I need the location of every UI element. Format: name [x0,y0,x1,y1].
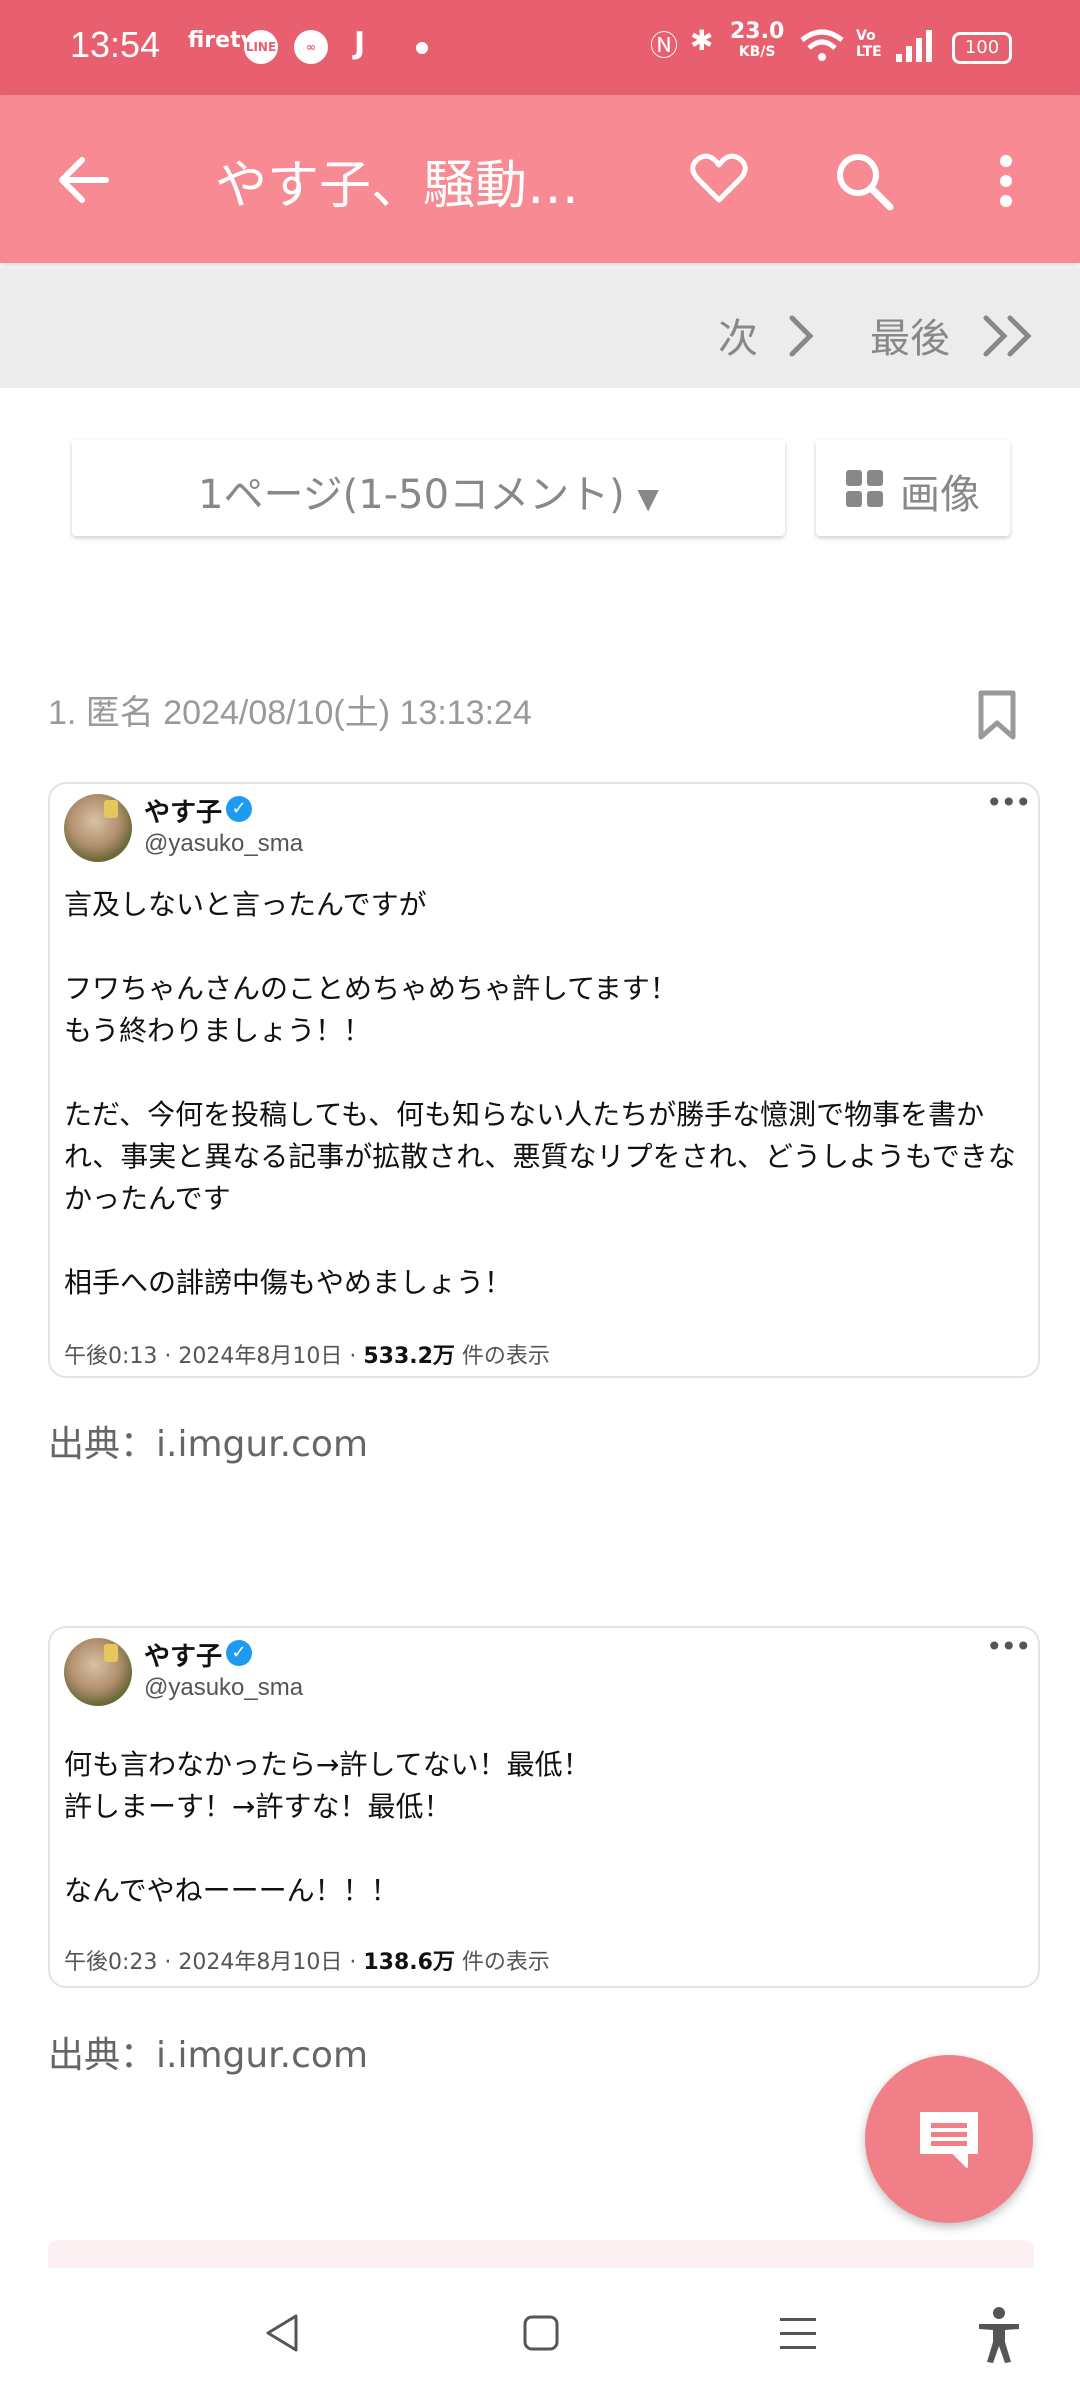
avatar [64,1638,132,1706]
tweet-author-name: やす子 [144,798,223,828]
tweet-timestamp: 午後0:13 · 2024年8月10日 · [64,1344,364,1369]
heart-icon[interactable] [690,153,748,205]
system-nav-bar [0,2268,1080,2400]
page-title: やす子、騒動… [215,156,580,216]
images-button-label: 画像 [900,472,980,518]
images-button[interactable]: 画像 [816,440,1010,536]
wifi-icon [800,29,844,61]
tweet-view-label: 件の表示 [454,1950,550,1975]
tweet-view-label: 件の表示 [454,1344,550,1369]
source-link[interactable]: 出典：i.imgur.com [48,2026,368,2078]
next-comment-card [48,2240,1034,2270]
verified-badge-icon: ✓ [226,796,252,822]
volte-icon: Vo LTE [856,28,882,60]
search-icon[interactable] [834,151,894,211]
comment-icon [920,2112,978,2168]
embedded-tweet[interactable]: やす子 ✓ @yasuko_sma ••• 何も言わなかったら→許してない！最低… [48,1626,1040,1988]
status-bar: 13:54 firetv LINE ∞ J Ⓝ ✱ 23.0 KB/S Vo LT… [0,0,1080,95]
last-page-label[interactable]: 最後 [870,306,950,364]
nav-recents-icon[interactable] [778,2316,818,2352]
back-arrow-icon[interactable] [56,155,110,205]
embedded-tweet[interactable]: やす子 ✓ @yasuko_sma ••• 言及しないと言ったんですが フワちゃ… [48,782,1040,1378]
chevron-right-icon[interactable] [786,314,816,358]
network-speed: 23.0 KB/S [730,19,785,62]
next-page-label[interactable]: 次 [718,306,758,364]
tweet-view-count: 138.6万 [363,1950,455,1975]
status-time: 13:54 [70,24,161,65]
tweet-timestamp: 午後0:23 · 2024年8月10日 · [64,1950,364,1975]
app-icon: ∞ [294,30,328,64]
tweet-meta: 午後0:13 · 2024年8月10日 · 533.2万 件の表示 [64,1338,550,1370]
tweet-text: 何も言わなかったら→許してない！最低！ 許しまーす！→許すな！最低！ なんでやね… [64,1748,591,1907]
tweet-text: 言及しないと言ったんですが フワちゃんさんのことめちゃめちゃ許してます！ もう終… [64,888,1016,1299]
net-speed-value: 23.0 [730,19,785,44]
more-horiz-icon[interactable]: ••• [986,786,1032,819]
signal-icon [896,30,932,62]
tweet-view-count: 533.2万 [363,1344,455,1369]
more-horiz-icon[interactable]: ••• [986,1630,1032,1663]
more-vert-icon[interactable] [996,153,1016,209]
double-chevron-right-icon[interactable] [980,314,1036,358]
tweet-author-handle: @yasuko_sma [144,1674,304,1701]
grid-icon [846,470,883,507]
avatar [64,794,132,862]
source-link[interactable]: 出典：i.imgur.com [48,1415,368,1467]
comment-fab-button[interactable] [865,2055,1033,2223]
dropdown-arrow-icon: ▼ [637,482,659,515]
notification-dot-icon [416,42,428,54]
battery-icon: 100 [952,32,1012,64]
line-icon: LINE [244,30,278,64]
accessibility-icon[interactable] [976,2306,1022,2364]
bluetooth-icon: ✱ [690,24,714,57]
comment-header: 1. 匿名 2024/08/10(土) 13:13:24 [48,694,532,732]
tweet-meta: 午後0:23 · 2024年8月10日 · 138.6万 件の表示 [64,1944,550,1976]
bookmark-icon[interactable] [978,690,1016,740]
page-select-dropdown[interactable]: 1ページ(1-50コメント) ▼ [72,440,785,536]
net-speed-unit: KB/S [738,44,776,60]
tweet-author-name: やす子 [144,1642,223,1672]
pager-bar: 次 最後 [0,268,1080,388]
nfc-icon: Ⓝ [650,29,679,62]
nav-home-icon[interactable] [522,2314,560,2352]
app-toolbar: やす子、騒動… [0,95,1080,263]
page-select-text: 1ページ(1-50コメント) [198,472,625,518]
tweet-author-handle: @yasuko_sma [144,830,304,857]
j-app-icon: J [354,26,366,61]
nav-back-icon[interactable] [262,2312,302,2354]
verified-badge-icon: ✓ [226,1640,252,1666]
page-select-label: 1ページ(1-50コメント) ▼ [72,462,785,520]
